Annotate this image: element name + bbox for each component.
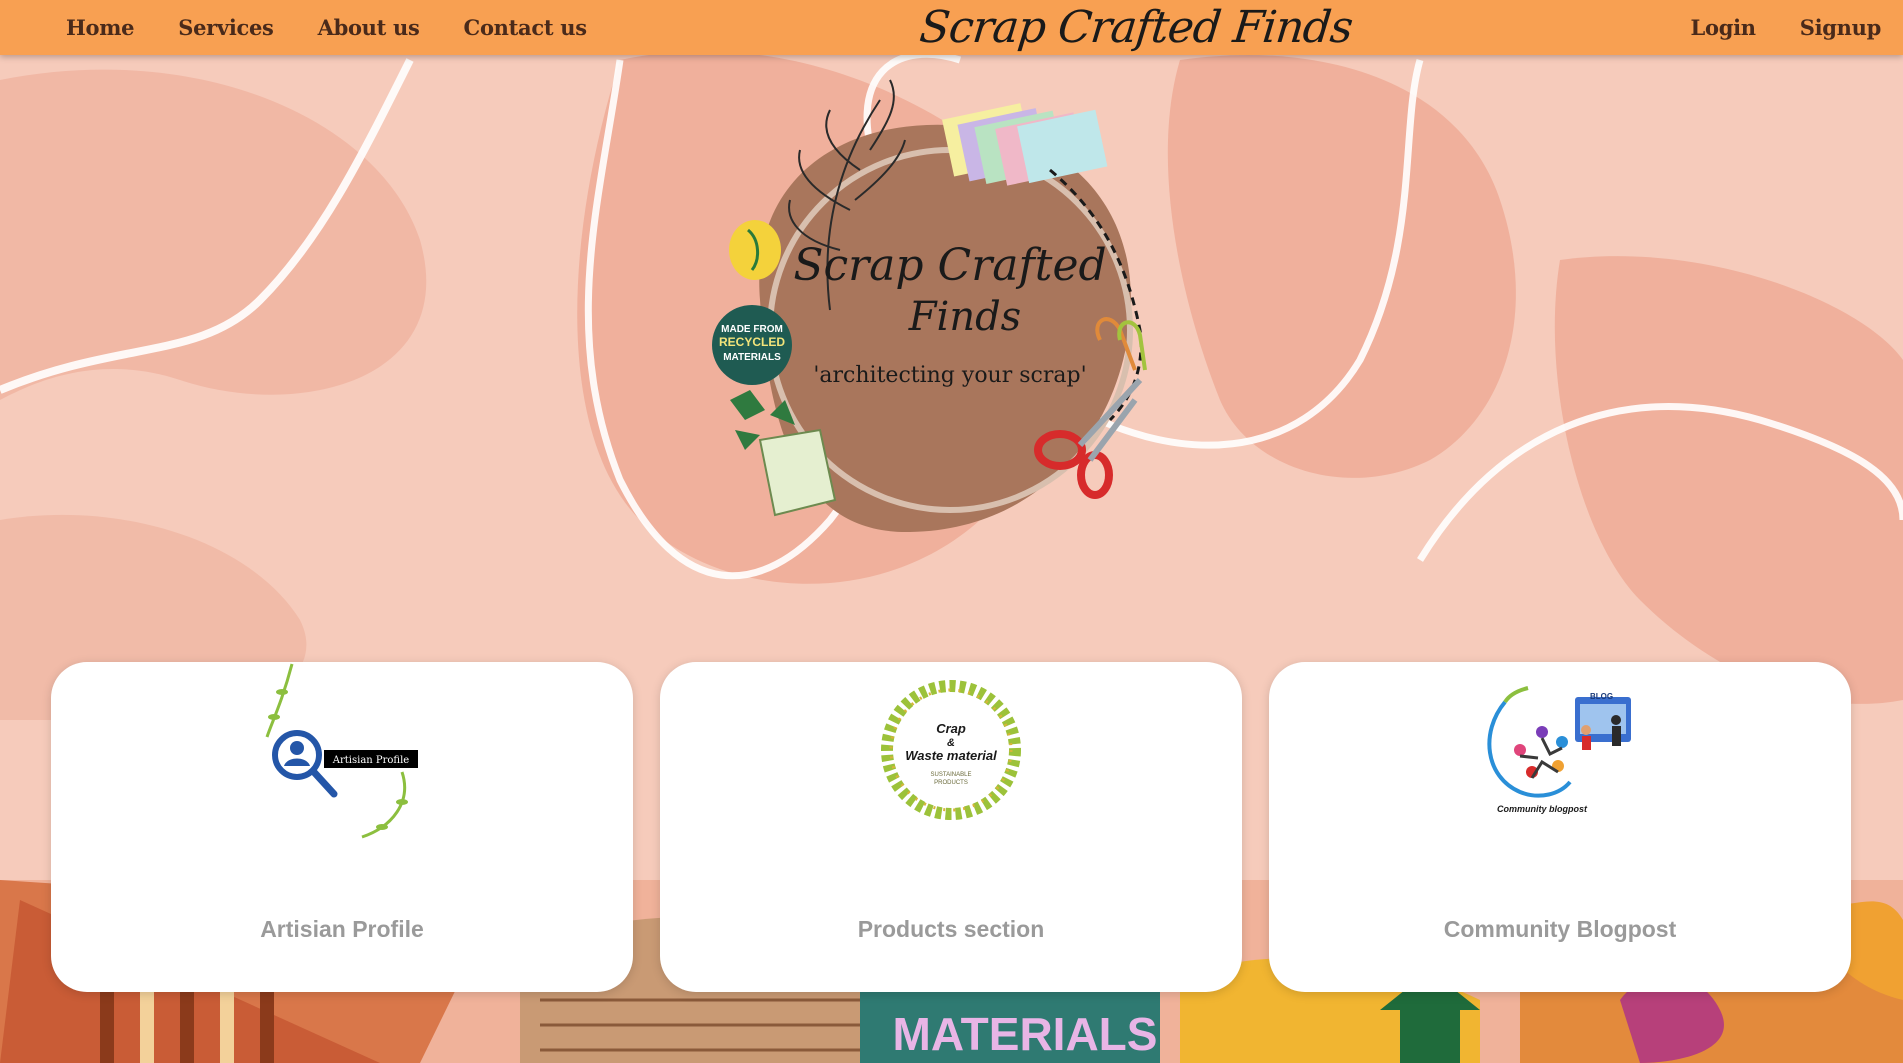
- svg-text:SUSTAINABLE: SUSTAINABLE: [931, 772, 972, 778]
- hero-logo: MADE FROM RECYCLED MATERIALS Scrap Craft…: [712, 79, 1147, 533]
- nav-signup-link[interactable]: Signup: [1800, 15, 1882, 40]
- community-blogpost-title: Community Blogpost: [1443, 916, 1677, 942]
- nav-login-link[interactable]: Login: [1691, 15, 1757, 40]
- products-section-image: Crap & Waste material SUSTAINABLE PRODUC…: [881, 680, 1021, 820]
- svg-text:Scrap Crafted: Scrap Crafted: [793, 240, 1106, 291]
- nav-home-link[interactable]: Home: [66, 15, 135, 40]
- top-navbar: Home Services About us Contact us Scrap …: [0, 0, 1903, 55]
- nav-contact-link[interactable]: Contact us: [464, 15, 587, 40]
- svg-text:'architecting your scrap': 'architecting your scrap': [813, 363, 1086, 388]
- products-section-title: Products section: [857, 916, 1045, 942]
- nav-left-group: Home Services About us Contact us: [66, 0, 587, 55]
- svg-text:MATERIALS: MATERIALS: [893, 1008, 1158, 1060]
- svg-text:MATERIALS: MATERIALS: [723, 352, 781, 363]
- svg-text:BLOG: BLOG: [1590, 692, 1613, 701]
- svg-text:Waste material: Waste material: [905, 748, 997, 763]
- svg-text:MADE FROM: MADE FROM: [721, 324, 783, 335]
- products-section-card[interactable]: Crap & Waste material SUSTAINABLE PRODUC…: [660, 662, 1242, 992]
- svg-text:PRODUCTS: PRODUCTS: [934, 780, 968, 786]
- artisan-profile-image: Artisian Profile: [265, 663, 418, 839]
- brand-title: Scrap Crafted Finds: [917, 1, 1355, 53]
- nav-right-group: Login Signup: [1691, 0, 1882, 55]
- nav-services-link[interactable]: Services: [178, 15, 274, 40]
- svg-text:Finds: Finds: [908, 294, 1021, 340]
- artisan-profile-card[interactable]: Artisian Profile Artisian Profile: [51, 662, 633, 992]
- artisan-profile-title: Artisian Profile: [260, 916, 424, 942]
- community-blogpost-card[interactable]: BLOG Community blogpost Community Blogpo…: [1269, 662, 1851, 992]
- svg-text:Artisian Profile: Artisian Profile: [332, 755, 410, 766]
- community-blogpost-image: BLOG Community blogpost: [1487, 686, 1631, 814]
- nav-about-link[interactable]: About us: [318, 15, 420, 40]
- svg-text:RECYCLED: RECYCLED: [719, 335, 785, 349]
- svg-text:Crap: Crap: [936, 721, 966, 736]
- svg-text:Community blogpost: Community blogpost: [1497, 804, 1588, 814]
